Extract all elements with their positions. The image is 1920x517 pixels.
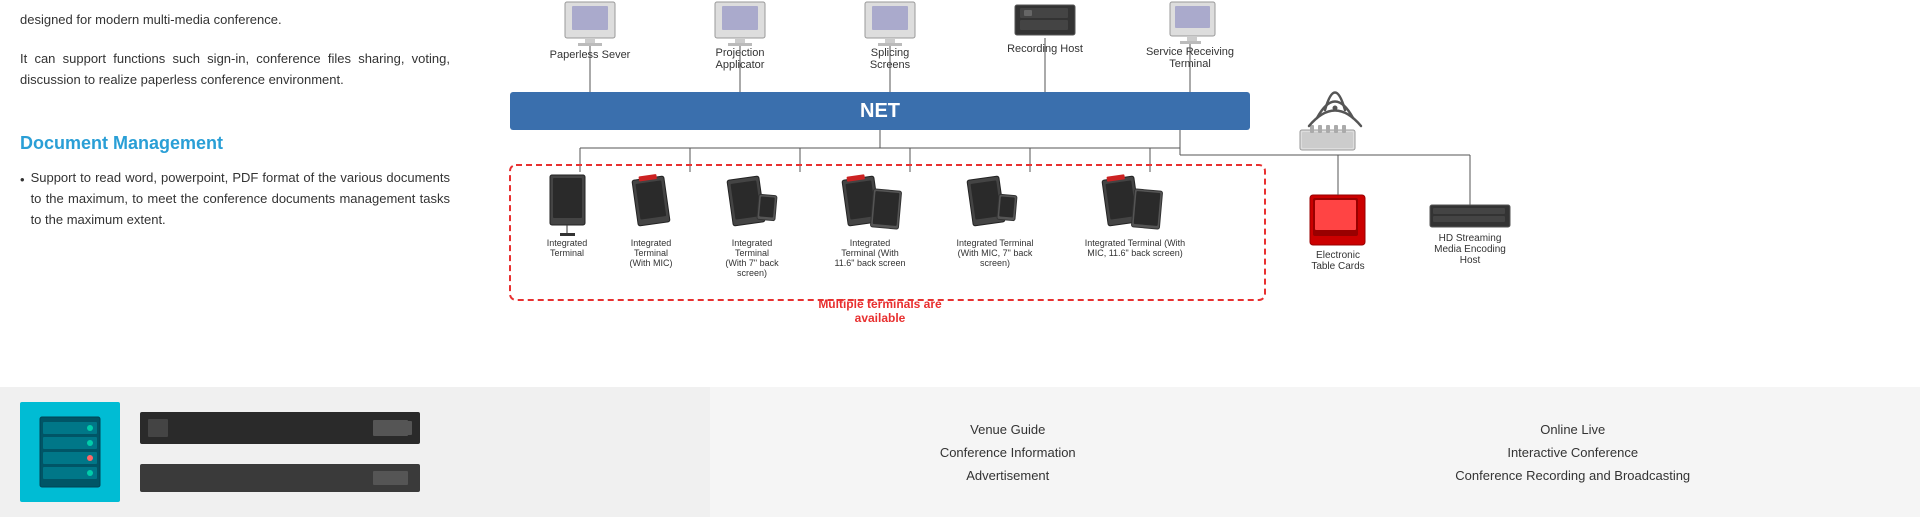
main-content: designed for modern multi-media conferen… xyxy=(0,0,1920,387)
svg-text:screen): screen) xyxy=(737,268,767,278)
footer-image-area xyxy=(0,387,710,517)
terminal-2-label: Integrated xyxy=(631,238,672,248)
intro-text2: It can support functions such sign-in, c… xyxy=(20,49,450,91)
terminal-4-label: Integrated xyxy=(850,238,891,248)
terminal-6-label: Integrated Terminal (With xyxy=(1085,238,1185,248)
venue-guide-link[interactable]: Venue Guide xyxy=(940,422,1076,437)
terminal-1: Integrated Terminal xyxy=(547,175,588,258)
svg-text:Terminal (With: Terminal (With xyxy=(841,248,899,258)
rack-unit-2 xyxy=(140,464,420,492)
terminal-3: Integrated Terminal (With 7" back screen… xyxy=(725,176,779,278)
footer-section: Venue Guide Conference Information Adver… xyxy=(0,387,1920,517)
svg-text:MIC, 11.6" back screen): MIC, 11.6" back screen) xyxy=(1087,248,1183,258)
terminal-4: Integrated Terminal (With 11.6" back scr… xyxy=(834,174,905,268)
svg-text:11.6" back screen: 11.6" back screen xyxy=(834,258,905,268)
conference-info-link[interactable]: Conference Information xyxy=(940,445,1076,460)
interactive-conference-link[interactable]: Interactive Conference xyxy=(1455,445,1690,460)
electronic-table-cards-device: Electronic Table Cards xyxy=(1310,195,1365,272)
footer-col-left: Venue Guide Conference Information Adver… xyxy=(940,422,1076,483)
svg-text:screen): screen) xyxy=(980,258,1010,268)
bullet-icon: • xyxy=(20,170,25,191)
svg-text:Table Cards: Table Cards xyxy=(1311,261,1364,272)
svg-text:Terminal: Terminal xyxy=(634,248,668,258)
footer-teal-box xyxy=(20,402,120,502)
intro-text: designed for modern multi-media conferen… xyxy=(20,10,450,31)
footer-devices xyxy=(140,412,690,492)
svg-text:(With MIC): (With MIC) xyxy=(630,258,673,268)
electronic-table-cards-label: Electronic xyxy=(1316,250,1360,261)
svg-text:(With 7" back: (With 7" back xyxy=(725,258,779,268)
router-device xyxy=(1300,125,1355,150)
svg-text:available: available xyxy=(855,311,906,325)
net-label: NET xyxy=(860,100,900,122)
svg-text:Media Encoding: Media Encoding xyxy=(1434,244,1506,255)
doc-management-title: Document Management xyxy=(20,129,450,158)
terminal-6: Integrated Terminal (With MIC, 11.6" bac… xyxy=(1085,174,1185,258)
multiple-terminals-text: Multiple terminals are xyxy=(818,297,942,311)
bullet-item: • Support to read word, powerpoint, PDF … xyxy=(20,168,450,230)
terminal-3-label: Integrated xyxy=(732,238,773,248)
left-panel: designed for modern multi-media conferen… xyxy=(0,0,480,387)
terminal-2: Integrated Terminal (With MIC) xyxy=(630,174,673,268)
rack-unit-1 xyxy=(140,412,420,444)
footer-col-right: Online Live Interactive Conference Confe… xyxy=(1455,422,1690,483)
diagram-svg: Paperless Sever Projection Applicator Sp… xyxy=(490,0,1870,387)
hd-streaming-label: HD Streaming xyxy=(1439,233,1502,244)
online-live-link[interactable]: Online Live xyxy=(1455,422,1690,437)
footer-links: Venue Guide Conference Information Adver… xyxy=(710,387,1920,517)
advertisement-link[interactable]: Advertisement xyxy=(940,468,1076,483)
svg-text:Terminal: Terminal xyxy=(735,248,769,258)
bullet-content: Support to read word, powerpoint, PDF fo… xyxy=(31,168,450,230)
terminal-1-label: Integrated xyxy=(547,238,588,248)
terminal-5-label: Integrated Terminal xyxy=(957,238,1034,248)
conference-recording-link[interactable]: Conference Recording and Broadcasting xyxy=(1455,468,1690,483)
diagram-panel: Paperless Sever Projection Applicator Sp… xyxy=(480,0,1920,387)
svg-text:Terminal: Terminal xyxy=(550,248,584,258)
hd-streaming-host-device: HD Streaming Media Encoding Host xyxy=(1430,205,1510,266)
svg-text:Host: Host xyxy=(1460,255,1481,266)
wifi-icon xyxy=(1309,93,1361,127)
svg-text:(With MIC, 7" back: (With MIC, 7" back xyxy=(958,248,1033,258)
terminal-5: Integrated Terminal (With MIC, 7" back s… xyxy=(957,176,1034,268)
terminal-dashed-box xyxy=(510,165,1265,300)
server-rack-icon xyxy=(35,412,105,492)
